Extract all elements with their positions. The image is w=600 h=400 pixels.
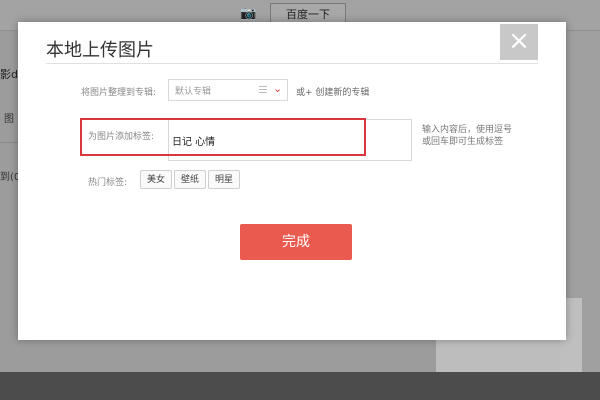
background-fragment-text: 图: [4, 114, 14, 125]
done-button[interactable]: 完成: [240, 224, 352, 260]
hot-tag-item[interactable]: 明星: [208, 170, 241, 189]
tag-input-value: 日记 心情: [172, 137, 216, 148]
chevron-down-icon: ⌄: [273, 82, 283, 95]
background-fragment-text: 影d: [0, 68, 18, 81]
album-selected-value: 默认专辑: [175, 87, 212, 97]
close-icon: ×: [508, 26, 530, 56]
album-label: 将图片整理到专辑:: [81, 88, 157, 98]
background-divider: [0, 142, 20, 143]
upload-dialog: 本地上传图片 × 将图片整理到专辑: 默认专辑 ⌄ 或+ 创建新的专辑 为图片添…: [18, 22, 566, 340]
title-divider: [46, 63, 538, 64]
album-select[interactable]: 默认专辑 ⌄: [168, 79, 288, 101]
close-button[interactable]: ×: [500, 24, 538, 60]
background-footer: [0, 372, 600, 400]
tag-hint: 输入内容后，使用逗号或回车即可生成标签: [422, 125, 513, 147]
hot-tags-label: 热门标签:: [88, 178, 128, 188]
hot-tag-item[interactable]: 美女: [140, 170, 173, 189]
hot-tag-item[interactable]: 壁纸: [174, 170, 207, 189]
list-icon: [259, 86, 267, 94]
tags-label: 为图片添加标签:: [88, 132, 155, 142]
camera-icon: 📷: [240, 6, 257, 21]
dialog-title: 本地上传图片: [46, 40, 154, 61]
create-album-link[interactable]: 或+ 创建新的专辑: [296, 85, 369, 98]
